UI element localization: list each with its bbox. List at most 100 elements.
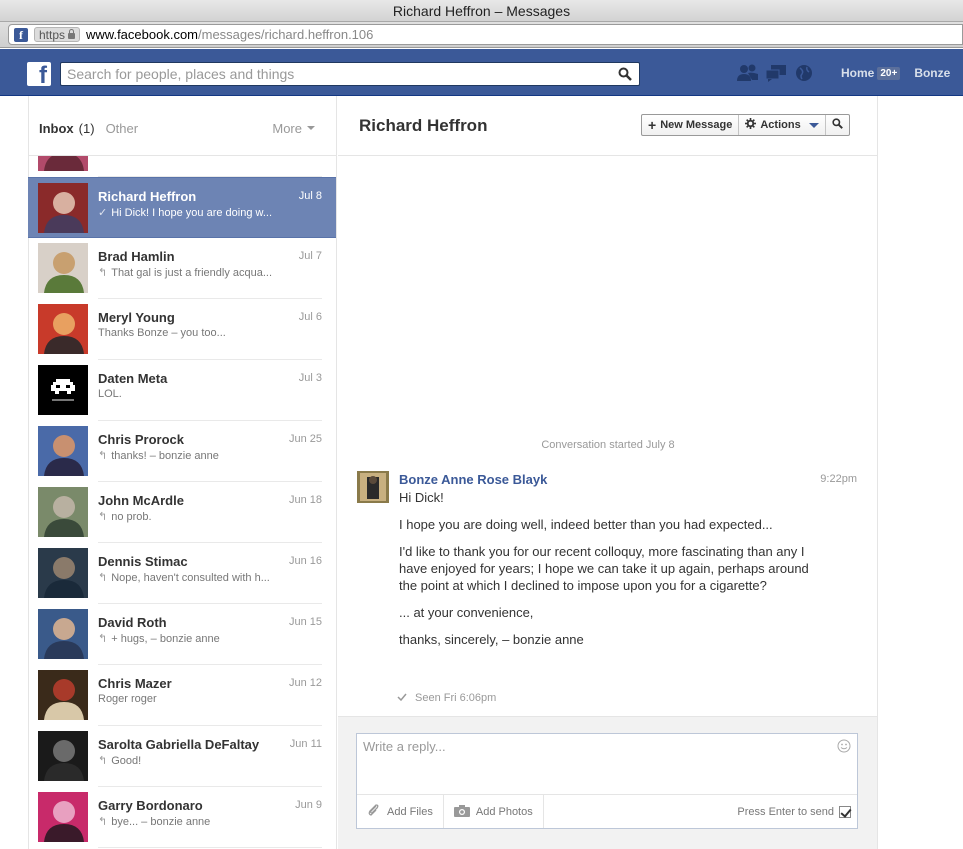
home-link[interactable]: Home <box>841 66 874 80</box>
thread-date: Jun 12 <box>288 677 322 689</box>
avatar[interactable] <box>38 426 88 476</box>
thread-name: Sarolta Gabriella DeFaltay <box>98 737 260 752</box>
thread-item[interactable]: Richard Heffron Jul 8 ✓ Hi Dick! I hope you… <box>28 177 336 238</box>
thread-name: John McArdle <box>98 493 184 508</box>
avatar[interactable] <box>38 365 88 415</box>
thread-item[interactable]: Daten Meta Jul 3 LOL. <box>28 360 336 421</box>
search-icon[interactable] <box>615 64 635 84</box>
avatar[interactable] <box>38 243 88 293</box>
avatar[interactable] <box>357 471 389 503</box>
thread-date: Jun 15 <box>288 616 322 628</box>
profile-link[interactable]: Bonze <box>914 66 950 80</box>
thread-name: David Roth <box>98 615 167 630</box>
thread-name: Dennis Stimac <box>98 554 188 569</box>
new-message-button[interactable]: + New Message <box>642 115 740 135</box>
avatar[interactable] <box>38 670 88 720</box>
emoticon-icon[interactable] <box>837 739 851 753</box>
url-field[interactable]: f https www.facebook.com/messages/richar… <box>8 24 963 45</box>
thread-item[interactable]: Chris Prorock Jun 25 ↰ thanks! – bonzie ann… <box>28 421 336 482</box>
conversation-start-label: Conversation started July 8 <box>541 439 675 451</box>
press-enter-checkbox[interactable] <box>839 805 851 818</box>
search-box <box>60 62 640 86</box>
other-tab[interactable]: Other <box>106 121 139 136</box>
thread-snippet-text: Hi Dick! I hope you are doing w... <box>111 206 273 219</box>
avatar[interactable] <box>38 156 88 171</box>
actions-label: Actions <box>760 119 801 131</box>
thread-name: Brad Hamlin <box>98 249 175 264</box>
thread-date: Jul 6 <box>298 311 322 323</box>
thread-snippet: ✓ Hi Dick! I hope you are doing w... <box>98 206 273 220</box>
thread-snippet: ↰ Nope, haven't consulted with h... <box>98 571 270 585</box>
thread-item[interactable]: Meryl Young Jul 6 Thanks Bonze – you too..… <box>28 299 336 360</box>
thread-snippet-text: no prob. <box>111 510 152 523</box>
thread-item[interactable]: Brad Hamlin Jul 7 ↰ That gal is just a frie… <box>28 238 336 299</box>
more-dropdown[interactable]: More <box>272 121 315 136</box>
reply-box: Add Files Add Photos Press Enter to send <box>356 733 858 829</box>
reply-icon: ↰ <box>98 816 108 828</box>
facebook-topbar: f Home 20+ Bonze <box>0 49 963 96</box>
thread-snippet-text: Nope, haven't consulted with h... <box>111 571 270 584</box>
camera-icon <box>453 804 470 820</box>
thread-item[interactable]: Dennis Stimac Jun 16 ↰ Nope, haven't consul… <box>28 543 336 604</box>
avatar[interactable] <box>38 487 88 537</box>
search-input[interactable] <box>61 66 615 82</box>
thread-snippet: ↰ Good! <box>98 754 142 768</box>
https-badge: https <box>34 27 81 42</box>
thread-item[interactable]: ( there- in Vietnam in 1975.... <box>28 156 336 177</box>
gear-icon <box>745 118 757 132</box>
home-count-badge: 20+ <box>877 66 901 80</box>
thread-name: Garry Bordonaro <box>98 798 203 813</box>
window-title: Richard Heffron – Messages <box>392 3 571 19</box>
actions-button[interactable]: Actions <box>739 115 826 135</box>
thread-snippet-text: Thanks Bonze – you too... <box>98 327 226 339</box>
thread-name: Chris Mazer <box>98 676 172 691</box>
thread-item[interactable]: Garry Bordonaro Jun 9 ↰ bye... – bonzie ann… <box>28 787 336 848</box>
add-files-label: Add Files <box>387 805 433 818</box>
inbox-tab[interactable]: Inbox <box>39 121 74 136</box>
thread-date: Jul 8 <box>298 190 322 202</box>
avatar[interactable] <box>38 609 88 659</box>
url-host: www.facebook.com <box>86 27 199 42</box>
thread-snippet-text: LOL. <box>98 388 122 400</box>
avatar[interactable] <box>38 548 88 598</box>
search-conversation-button[interactable] <box>826 115 849 135</box>
thread-snippet: ↰ bye... – bonzie anne <box>98 815 211 829</box>
avatar[interactable] <box>38 304 88 354</box>
address-bar: f https www.facebook.com/messages/richar… <box>0 22 963 48</box>
thread-snippet: LOL. <box>98 388 122 400</box>
facebook-logo-icon[interactable]: f <box>27 62 51 86</box>
add-photos-button[interactable]: Add Photos <box>444 795 544 828</box>
chevron-down-icon <box>808 122 819 128</box>
add-files-button[interactable]: Add Files <box>357 795 444 828</box>
thread-snippet-text: Good! <box>111 754 142 767</box>
conversation-toolbar: + New Message Actions <box>641 114 850 136</box>
protocol-label: https <box>39 27 66 42</box>
thread-snippet-text: bye... – bonzie anne <box>111 815 211 828</box>
reply-icon: ↰ <box>98 450 108 462</box>
press-enter-toggle[interactable]: Press Enter to send <box>737 805 851 818</box>
reply-input[interactable] <box>357 734 827 794</box>
message-paragraph: I'd like to thank you for our recent col… <box>399 544 809 593</box>
thread-item[interactable]: David Roth Jun 15 ↰ + hugs, – bonzie anne <box>28 604 336 665</box>
avatar[interactable] <box>38 183 88 233</box>
facebook-favicon-icon: f <box>14 27 28 42</box>
search-icon <box>832 118 843 132</box>
thread-item[interactable]: Chris Mazer Jun 12 Roger roger <box>28 665 336 726</box>
message-author[interactable]: Bonze Anne Rose Blayk <box>399 472 547 487</box>
thread-item[interactable]: John McArdle Jun 18 ↰ no prob. <box>28 482 336 543</box>
message-paragraph: Hi Dick! <box>399 490 444 505</box>
thread-snippet: Roger roger <box>98 693 157 705</box>
thread-snippet-text: + hugs, – bonzie anne <box>111 632 220 645</box>
chevron-down-icon <box>307 126 315 130</box>
reply-icon: ↰ <box>98 633 108 645</box>
avatar[interactable] <box>38 731 88 781</box>
friend-requests-icon[interactable] <box>737 62 759 84</box>
avatar[interactable] <box>38 792 88 842</box>
press-enter-label: Press Enter to send <box>737 805 834 818</box>
messages-icon[interactable] <box>765 62 787 84</box>
reply-icon: ↰ <box>98 267 108 279</box>
thread-item[interactable]: Sarolta Gabriella DeFaltay Jun 11 ↰ Good! <box>28 726 336 787</box>
globe-notifications-icon[interactable] <box>793 62 815 84</box>
window-titlebar: Richard Heffron – Messages <box>0 0 963 22</box>
paperclip-icon <box>367 803 381 820</box>
